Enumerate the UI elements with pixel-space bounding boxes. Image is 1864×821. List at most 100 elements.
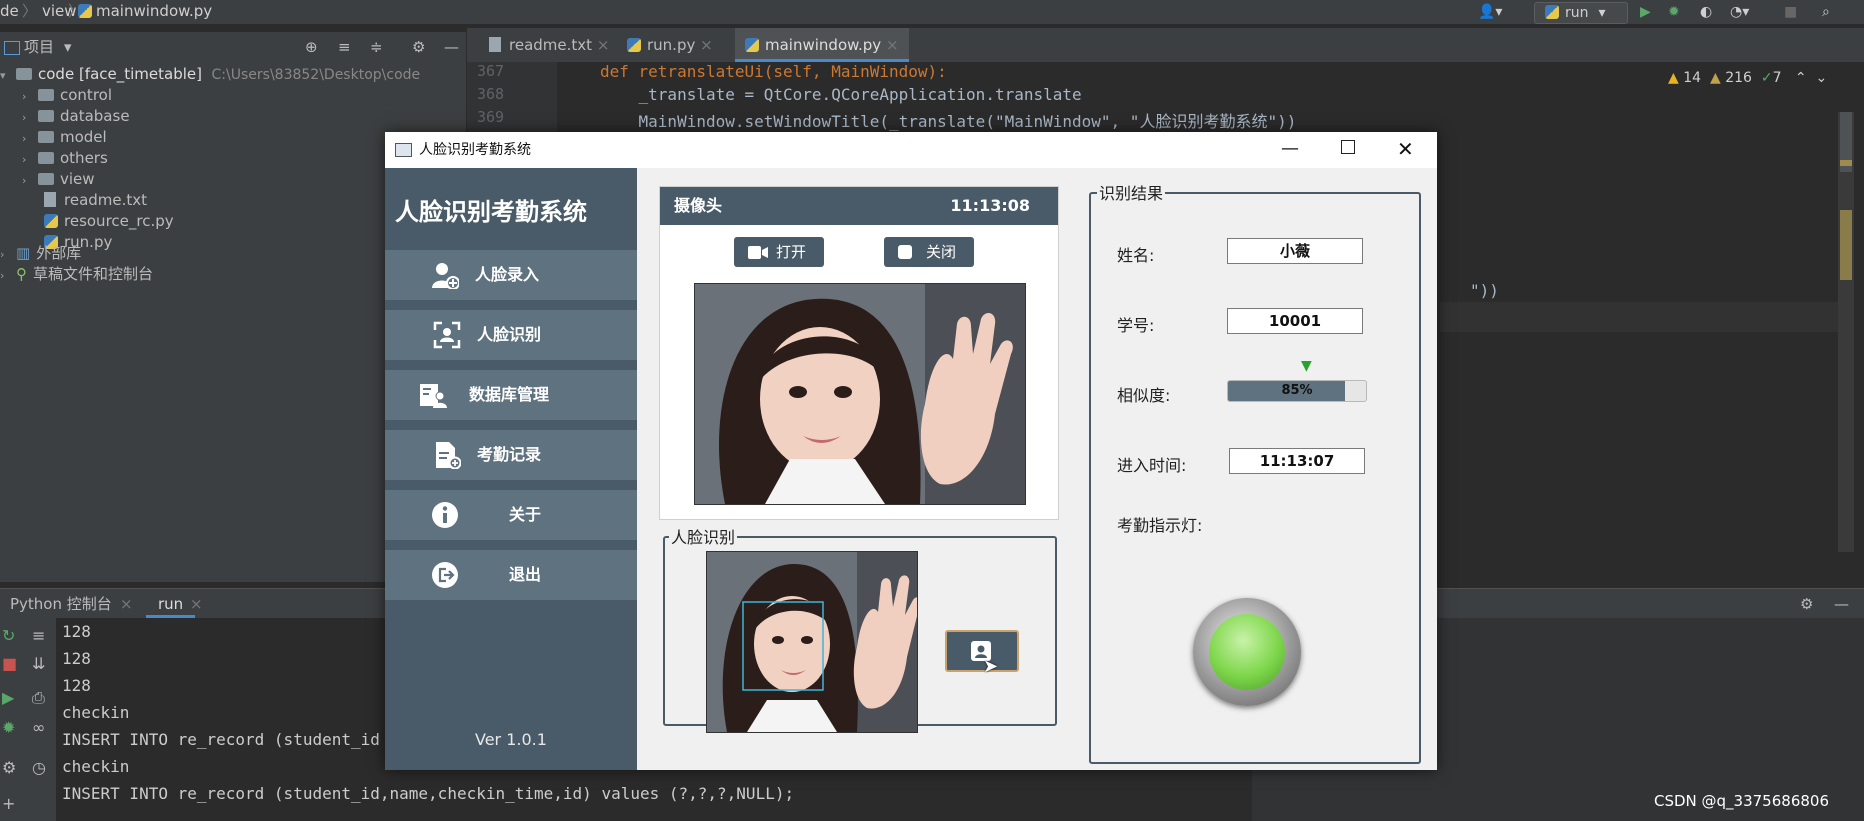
sidebar: 人脸识别考勤系统 人脸录入 人脸识别 数据库管理 考勤记录 关于 退出 Ver … [385,168,637,770]
nav-face-enroll-button[interactable]: 人脸录入 [385,250,637,300]
minimize-icon[interactable]: — [1834,589,1849,619]
gear-icon[interactable]: ⚙ [2,758,16,777]
close-button[interactable]: ✕ [1397,132,1414,166]
tree-item-scratches[interactable]: › ⚲ 草稿文件和控制台 [0,262,153,286]
nav-face-recognition-button[interactable]: 人脸识别 [385,310,637,360]
error-stripe-marker[interactable] [1840,160,1852,166]
add-icon[interactable]: + [2,794,15,813]
gear-icon[interactable]: ⚙ [1800,589,1813,619]
gear-icon[interactable]: ⚙ [412,32,425,62]
video-camera-icon [748,246,768,259]
console-line: 128 [62,649,91,668]
rerun-icon[interactable]: ↻ [2,626,15,645]
breadcrumb-root[interactable]: de [0,0,19,22]
scroll-to-end-icon[interactable]: ⇊ [32,654,45,673]
run-icon[interactable]: ▶ [1640,2,1651,22]
debug-icon[interactable]: ✹ [1668,2,1680,22]
inspection-widget[interactable]: ▲ 14 ▲ 216 ✓7 ⌃ ⌄ [1668,70,1827,86]
nav-attendance-record-button[interactable]: 考勤记录 [385,430,637,480]
tree-item-label: code [face_timetable] [38,65,202,83]
close-icon[interactable]: × [190,589,203,619]
nav-database-button[interactable]: 数据库管理 [385,370,637,420]
tab-python-console[interactable]: Python 控制台 [10,589,112,619]
tab-label: mainwindow.py [765,36,882,54]
python-icon [1545,5,1559,19]
tree-item-label: 外部库 [36,244,82,262]
current-line-highlight [1440,302,1840,332]
camera-open-button[interactable]: 打开 [734,237,824,267]
nav-label: 考勤记录 [477,445,542,464]
stop-icon[interactable]: ■ [1784,2,1797,22]
line-number: 369 [477,108,505,126]
tree-item-label: database [60,107,130,125]
locate-icon[interactable]: ⊕ [305,32,318,62]
stop-icon[interactable]: ■ [2,654,17,673]
run-config-select[interactable]: run ▾ [1534,2,1628,24]
similarity-label: 相似度: [1117,386,1171,405]
run-config-label: run [1565,5,1589,21]
attendance-light-label: 考勤指示灯: [1117,516,1203,535]
weak-warning-icon: ▲ [1709,70,1721,86]
coverage-icon[interactable]: ◐ [1700,2,1712,22]
maximize-button[interactable] [1341,140,1355,154]
tab-run-console[interactable]: run [146,589,196,618]
add-user-icon [432,263,459,289]
camera-photo [695,284,1025,504]
folder-icon [38,110,54,122]
folder-icon [16,68,32,80]
close-icon[interactable]: × [886,36,899,54]
entry-time-field[interactable]: 11:13:07 [1229,448,1365,474]
error-stripe-marker[interactable] [1840,210,1852,280]
indicator-lamp-core [1209,614,1285,690]
database-user-icon [420,384,447,408]
folder-icon [38,173,54,185]
minimize-button[interactable]: — [1281,132,1299,166]
project-label[interactable]: 项目 [24,32,54,62]
run-icon[interactable]: ▶ [2,688,14,707]
tab-mainwindow[interactable]: mainwindow.py × [735,28,909,62]
debug-icon[interactable]: ✹ [2,718,15,737]
chevron-right-icon: › [22,174,27,187]
breadcrumb-file[interactable]: mainwindow.py [96,0,212,22]
info-icon [432,502,458,528]
user-icon[interactable]: 👤▾ [1478,2,1502,22]
name-field[interactable]: 小薇 [1227,238,1363,264]
chevron-down-icon[interactable]: ▾ [64,32,72,62]
camera-feed [694,283,1026,505]
camera-header: 摄像头 11:13:08 [660,187,1058,225]
similarity-value: 85% [1281,383,1313,398]
camera-close-button[interactable]: 关闭 [884,237,974,267]
tab-run[interactable]: run.py × [617,28,723,62]
stop-square-icon [898,245,912,259]
tree-item-label: readme.txt [64,191,148,209]
chevron-up-icon[interactable]: ⌃ [1795,70,1807,86]
tab-label: readme.txt [509,36,593,54]
nav-about-button[interactable]: 关于 [385,490,637,540]
nav-exit-button[interactable]: 退出 [385,550,637,600]
window-titlebar[interactable]: 人脸识别考勤系统 — ✕ [385,132,1437,168]
student-id-field[interactable]: 10001 [1227,308,1363,334]
python-file-icon [745,38,759,52]
app-brand: 人脸识别考勤系统 [395,198,587,226]
minimize-icon[interactable]: — [444,32,459,62]
capture-button[interactable]: ➤ [945,630,1019,677]
glasses-icon[interactable]: ∞ [32,718,45,737]
expand-all-icon[interactable]: ≡ [338,32,351,62]
chevron-down-icon[interactable]: ⌄ [1816,70,1828,86]
close-icon[interactable]: × [120,589,133,619]
search-icon[interactable]: ⌕ [1822,2,1830,22]
clock-icon[interactable]: ◷ [32,758,46,777]
text-file-icon [489,37,501,52]
tab-readme[interactable]: readme.txt × [479,28,619,62]
console-line: 128 [62,622,91,641]
close-icon[interactable]: × [597,36,610,54]
nav-label: 退出 [509,565,542,584]
collapse-all-icon[interactable]: ≑ [370,32,383,62]
line-number: 367 [477,62,505,80]
close-icon[interactable]: × [700,36,713,54]
folder-icon [38,152,54,164]
soft-wrap-icon[interactable]: ≡ [32,626,45,645]
editor-scrollbar[interactable] [1838,112,1854,552]
print-icon[interactable]: ⎙ [32,688,45,708]
profile-icon[interactable]: ◔▾ [1730,2,1749,22]
